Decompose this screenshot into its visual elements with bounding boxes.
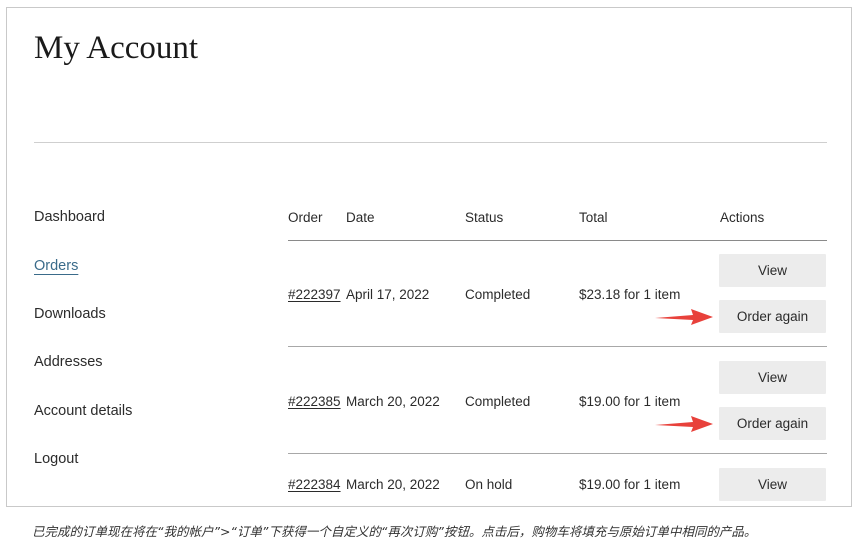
arrow-shape	[655, 416, 713, 432]
order-total: $19.00 for 1 item	[579, 394, 681, 409]
order-number-link[interactable]: #222384	[288, 477, 341, 492]
view-order-button[interactable]: View	[719, 468, 826, 501]
view-order-button[interactable]: View	[719, 254, 826, 287]
page-title: My Account	[34, 30, 199, 66]
order-status: On hold	[465, 477, 513, 492]
nav-item-account-details[interactable]: Account details	[34, 403, 132, 419]
nav-item-logout[interactable]: Logout	[34, 451, 78, 467]
order-date: March 20, 2022	[346, 394, 440, 409]
nav-item-addresses[interactable]: Addresses	[34, 354, 103, 370]
column-header-order: Order	[288, 210, 323, 225]
order-status: Completed	[465, 287, 531, 302]
arrow-shape	[655, 309, 713, 325]
column-header-date: Date	[346, 210, 375, 225]
view-order-button[interactable]: View	[719, 361, 826, 394]
column-header-actions: Actions	[720, 210, 765, 225]
header-divider	[288, 240, 827, 241]
order-again-button[interactable]: Order again	[719, 407, 826, 440]
nav-item-downloads[interactable]: Downloads	[34, 306, 106, 322]
column-header-total: Total	[579, 210, 608, 225]
column-header-status: Status	[465, 210, 504, 225]
order-total: $19.00 for 1 item	[579, 477, 681, 492]
account-panel: My Account Dashboard Orders Downloads Ad…	[6, 7, 852, 507]
order-status: Completed	[465, 394, 531, 409]
row-divider	[288, 346, 827, 347]
red-arrow-icon	[655, 309, 713, 325]
order-again-button[interactable]: Order again	[719, 300, 826, 333]
order-date: April 17, 2022	[346, 287, 430, 302]
row-divider	[288, 453, 827, 454]
nav-item-orders[interactable]: Orders	[34, 258, 78, 274]
image-caption: 已完成的订单现在将在“我的帐户”>“订单”下获得一个自定义的“再次订购”按钮。点…	[32, 524, 757, 539]
order-total: $23.18 for 1 item	[579, 287, 681, 302]
nav-item-dashboard[interactable]: Dashboard	[34, 209, 105, 225]
order-number-link[interactable]: #222385	[288, 394, 341, 409]
order-number-link[interactable]: #222397	[288, 287, 341, 302]
title-divider	[34, 142, 827, 143]
red-arrow-icon	[655, 416, 713, 432]
order-date: March 20, 2022	[346, 477, 440, 492]
